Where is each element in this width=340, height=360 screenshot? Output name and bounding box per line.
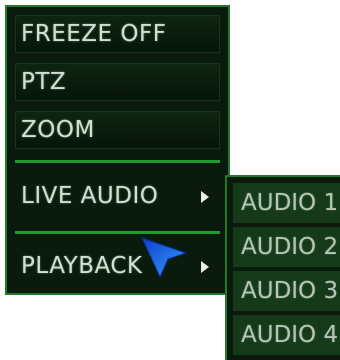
menu-item-label: LIVE AUDIO [21, 183, 159, 209]
menu-item-label: ZOOM [21, 117, 95, 143]
submenu-item-label: AUDIO 3 [241, 278, 339, 304]
context-menu: FREEZE OFF PTZ ZOOM LIVE AUDIO PLAYBACK [5, 5, 230, 295]
submenu-item-audio-4[interactable]: AUDIO 4 [233, 315, 340, 355]
menu-separator [15, 231, 220, 234]
menu-item-label: PTZ [21, 69, 67, 95]
submenu-item-audio-2[interactable]: AUDIO 2 [233, 227, 340, 267]
submenu-item-label: AUDIO 2 [241, 234, 339, 260]
chevron-right-icon [201, 261, 209, 273]
menu-separator [15, 160, 220, 163]
screen: FREEZE OFF PTZ ZOOM LIVE AUDIO PLAYBACK … [0, 0, 340, 360]
submenu-item-label: AUDIO 1 [241, 190, 339, 216]
mouse-pointer-icon [141, 237, 188, 279]
menu-item-live-audio[interactable]: LIVE AUDIO [15, 177, 220, 215]
menu-item-label: FREEZE OFF [21, 21, 167, 47]
menu-item-ptz[interactable]: PTZ [15, 63, 220, 101]
menu-item-label: PLAYBACK [21, 253, 143, 279]
submenu-item-audio-1[interactable]: AUDIO 1 [233, 183, 340, 223]
submenu-item-label: AUDIO 4 [241, 322, 339, 348]
chevron-right-icon [201, 191, 209, 203]
menu-item-zoom[interactable]: ZOOM [15, 111, 220, 149]
audio-submenu: AUDIO 1 AUDIO 2 AUDIO 3 AUDIO 4 [225, 175, 340, 360]
menu-item-freeze-off[interactable]: FREEZE OFF [15, 15, 220, 53]
submenu-item-audio-3[interactable]: AUDIO 3 [233, 271, 340, 311]
